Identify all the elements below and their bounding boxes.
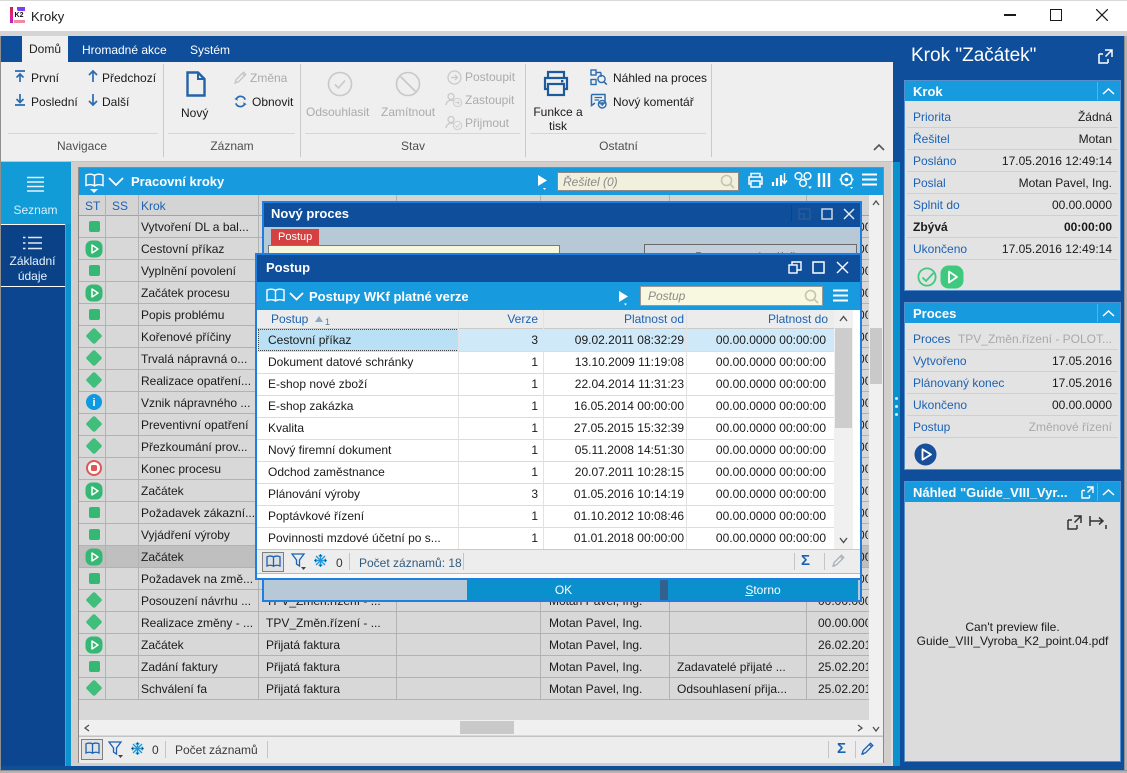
svg-text:i: i [92, 397, 95, 409]
